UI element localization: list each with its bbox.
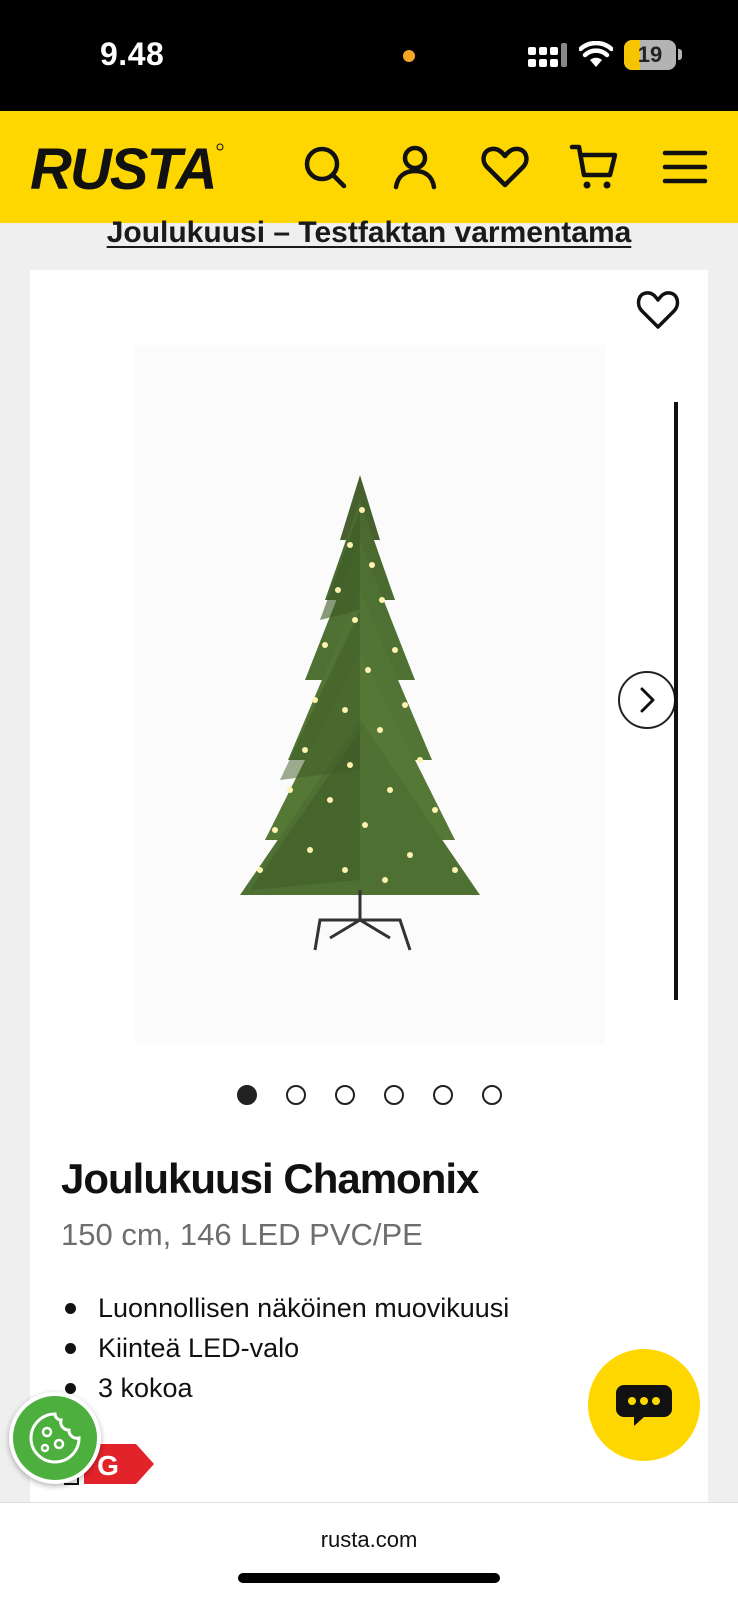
heart-icon[interactable] (479, 141, 531, 193)
carousel-dot[interactable] (334, 1085, 355, 1105)
menu-icon[interactable] (659, 141, 711, 193)
product-image (240, 475, 480, 951)
search-icon[interactable] (299, 141, 351, 193)
rusta-logo[interactable]: RUSTA (30, 137, 226, 199)
home-indicator[interactable] (238, 1573, 500, 1583)
product-card: Joulukuusi Chamonix 150 cm, 146 LED PVC/… (30, 270, 708, 1510)
feature-item: 3 kokoa (61, 1368, 509, 1408)
product-title: Joulukuusi Chamonix (61, 1155, 479, 1202)
product-subtitle: 150 cm, 146 LED PVC/PE (61, 1217, 423, 1252)
review-link[interactable]: Joulukuusi – Testfaktan varmentama (0, 216, 738, 248)
battery-level: 19 (637, 42, 663, 67)
next-image-button[interactable] (618, 671, 676, 729)
browser-url-bar[interactable]: rusta.com (0, 1502, 738, 1600)
feature-item: Luonnollisen näköinen muovikuusi (61, 1288, 509, 1328)
signal-icon (528, 43, 567, 67)
recording-indicator (403, 50, 415, 62)
carousel-dot[interactable] (432, 1085, 453, 1105)
carousel-dot[interactable] (481, 1085, 502, 1105)
logo-text: RUSTA (30, 137, 215, 199)
cart-icon[interactable] (569, 141, 621, 193)
status-bar: 9.48 19 (0, 0, 738, 111)
account-icon[interactable] (389, 141, 441, 193)
carousel-pagination (30, 1085, 708, 1105)
wifi-icon (579, 41, 613, 67)
cookie-icon (29, 1412, 81, 1464)
energy-class: G (97, 1450, 119, 1481)
url-text[interactable]: rusta.com (0, 1527, 738, 1553)
feature-list: Luonnollisen näköinen muovikuusi Kiinteä… (61, 1288, 509, 1408)
carousel-dot[interactable] (383, 1085, 404, 1105)
add-to-favorites-heart-icon[interactable] (635, 287, 681, 333)
chevron-right-icon (640, 687, 655, 713)
battery-icon: 19 (624, 40, 676, 70)
feature-item: Kiinteä LED-valo (61, 1328, 509, 1368)
cookie-settings-button[interactable] (9, 1392, 101, 1484)
carousel-dot[interactable] (236, 1085, 257, 1105)
site-header: RUSTA (0, 111, 738, 223)
next-image-peek (674, 402, 678, 1000)
chat-bubble-icon (616, 1385, 672, 1426)
carousel-dot[interactable] (285, 1085, 306, 1105)
status-time: 9.48 (100, 36, 165, 72)
chat-button[interactable] (588, 1349, 700, 1461)
